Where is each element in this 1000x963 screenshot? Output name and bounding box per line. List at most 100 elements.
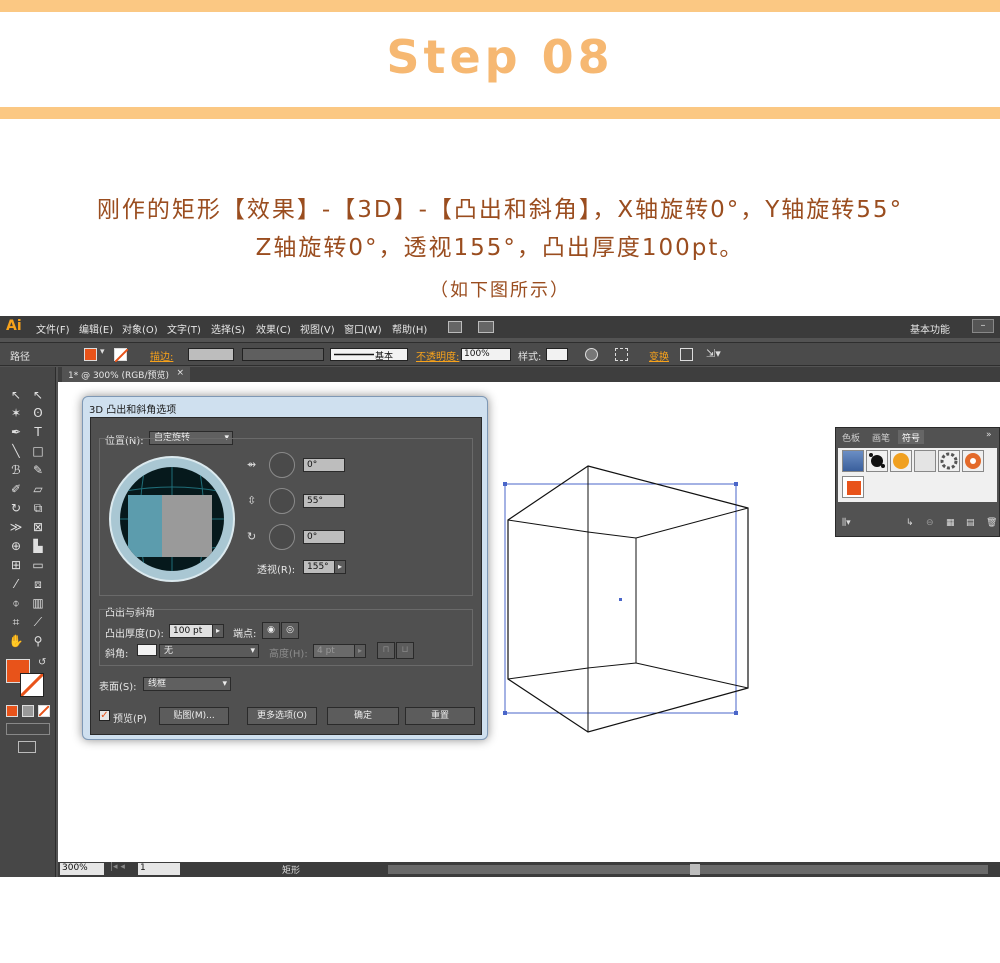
menu-help[interactable]: 帮助(H) xyxy=(392,321,427,336)
slice-tool-icon[interactable]: ⟋ xyxy=(30,614,46,630)
artboard-tool-icon[interactable]: ⌗ xyxy=(8,614,24,630)
surface-dropdown[interactable]: 线框 xyxy=(143,677,231,691)
extrude-depth-slider-button[interactable]: ▸ xyxy=(212,624,224,638)
bevel-in-button[interactable]: ⊔ xyxy=(396,642,414,659)
z-rotation-dial[interactable] xyxy=(269,524,295,550)
close-icon[interactable]: × xyxy=(176,368,184,378)
free-transform-tool-icon[interactable]: ⊠ xyxy=(30,519,46,535)
eraser-tool-icon[interactable]: ▱ xyxy=(30,481,46,497)
menu-view[interactable]: 视图(V) xyxy=(300,321,335,336)
perspective-field[interactable]: 155° xyxy=(303,560,335,574)
paintbrush-tool-icon[interactable]: ℬ xyxy=(8,462,24,478)
brush-definition-dropdown[interactable]: 基本 xyxy=(330,348,408,362)
delete-symbol-icon[interactable]: 🗑 xyxy=(986,518,997,528)
perspective-slider-button[interactable]: ▸ xyxy=(334,560,346,574)
isolate-icon[interactable] xyxy=(680,348,693,361)
minimize-icon[interactable]: – xyxy=(972,319,994,333)
scroll-thumb[interactable] xyxy=(690,864,700,875)
symbol-sprayer-tool-icon[interactable]: ⌽ xyxy=(8,595,24,611)
menu-file[interactable]: 文件(F) xyxy=(36,321,70,336)
direct-selection-tool-icon[interactable]: ↖ xyxy=(30,387,46,403)
align-icon[interactable] xyxy=(615,348,628,361)
swap-fill-stroke-icon[interactable]: ↺ xyxy=(38,657,46,668)
opacity-label[interactable]: 不透明度: xyxy=(416,348,459,363)
type-tool-icon[interactable]: T xyxy=(30,424,46,440)
bevel-dropdown[interactable]: 无 xyxy=(159,644,259,658)
bevel-out-button[interactable]: ⊓ xyxy=(377,642,395,659)
stroke-label[interactable]: 描边: xyxy=(150,348,173,363)
line-tool-icon[interactable]: ╲ xyxy=(8,443,24,459)
symbol-swatch-3[interactable] xyxy=(890,450,912,472)
extrude-depth-field[interactable]: 100 pt xyxy=(169,624,213,638)
menu-select[interactable]: 选择(S) xyxy=(211,321,245,336)
height-slider-button[interactable]: ▸ xyxy=(354,644,366,658)
chevron-down-icon[interactable]: ▾ xyxy=(100,347,105,357)
eyedropper-tool-icon[interactable]: ⁄ xyxy=(8,576,24,592)
tab-symbols[interactable]: 符号 xyxy=(898,430,925,444)
rotate-tool-icon[interactable]: ↻ xyxy=(8,500,24,516)
color-mode-icon[interactable] xyxy=(6,705,18,717)
width-tool-icon[interactable]: ≫ xyxy=(8,519,24,535)
perspective-grid-tool-icon[interactable]: ▙ xyxy=(30,538,46,554)
break-link-icon[interactable]: ⊖ xyxy=(926,518,934,528)
stroke-color-box[interactable] xyxy=(20,673,44,697)
stroke-swatch[interactable] xyxy=(114,348,128,362)
reset-button[interactable]: 重置 xyxy=(405,707,475,725)
fill-swatch[interactable] xyxy=(84,348,97,361)
height-field[interactable]: 4 pt xyxy=(313,644,355,658)
variable-width-profile[interactable] xyxy=(242,348,324,361)
place-symbol-icon[interactable]: ↳ xyxy=(906,518,914,528)
map-art-button[interactable]: 贴图(M)... xyxy=(159,707,229,725)
magic-wand-tool-icon[interactable]: ✶ xyxy=(8,405,24,421)
pencil-tool-icon[interactable]: ✎ xyxy=(30,462,46,478)
symbol-swatch-1[interactable] xyxy=(842,450,864,472)
arrange-documents-icon[interactable] xyxy=(478,321,494,333)
screen-mode-icon[interactable] xyxy=(18,741,36,753)
menu-window[interactable]: 窗口(W) xyxy=(344,321,382,336)
page-nav-arrows[interactable]: |◂ ◂ xyxy=(110,862,125,872)
more-options-button[interactable]: 更多选项(O) xyxy=(247,707,317,725)
symbol-swatch-4[interactable] xyxy=(914,450,936,472)
document-tab[interactable]: 1* @ 300% (RGB/预览) × xyxy=(62,367,190,382)
tab-brushes[interactable]: 画笔 xyxy=(868,430,894,444)
none-mode-icon[interactable] xyxy=(38,705,50,717)
panel-menu-icon[interactable]: ⇲▾ xyxy=(706,347,721,360)
transform-link[interactable]: 变换 xyxy=(649,348,669,363)
graphic-style-swatch[interactable] xyxy=(546,348,568,361)
mesh-tool-icon[interactable]: ⊞ xyxy=(8,557,24,573)
x-rotation-dial[interactable] xyxy=(269,452,295,478)
pen-tool-icon[interactable]: ✒ xyxy=(8,424,24,440)
selection-tool-icon[interactable]: ↖ xyxy=(8,387,24,403)
zoom-tool-icon[interactable]: ⚲ xyxy=(30,633,46,649)
menu-effect[interactable]: 效果(C) xyxy=(256,321,291,336)
preview-checkbox[interactable]: ✓ xyxy=(99,710,110,721)
rectangle-tool-icon[interactable]: □ xyxy=(30,443,46,459)
blob-brush-tool-icon[interactable]: ✐ xyxy=(8,481,24,497)
panel-collapse-icon[interactable]: » xyxy=(986,430,992,440)
cap-off-button[interactable]: ◎ xyxy=(281,622,299,639)
stroke-weight-field[interactable] xyxy=(188,348,234,361)
bridge-icon[interactable] xyxy=(448,321,462,333)
gradient-tool-icon[interactable]: ▭ xyxy=(30,557,46,573)
rotation-trackball[interactable] xyxy=(109,456,235,582)
hand-tool-icon[interactable]: ✋ xyxy=(8,633,24,649)
lasso-tool-icon[interactable]: ʘ xyxy=(30,405,46,421)
y-rotation-dial[interactable] xyxy=(269,488,295,514)
scale-tool-icon[interactable]: ⧉ xyxy=(30,500,46,516)
menu-edit[interactable]: 编辑(E) xyxy=(79,321,113,336)
workspace-switcher[interactable]: 基本功能 xyxy=(910,321,950,336)
x-rotation-field[interactable]: 0° xyxy=(303,458,345,472)
zoom-field[interactable]: 300% xyxy=(60,863,104,875)
horizontal-scrollbar[interactable] xyxy=(388,865,988,874)
blend-tool-icon[interactable]: ⧈ xyxy=(30,576,46,592)
page-field[interactable]: 1 xyxy=(138,863,180,875)
column-graph-tool-icon[interactable]: ▥ xyxy=(30,595,46,611)
new-symbol-icon[interactable]: ▤ xyxy=(966,518,975,528)
symbol-swatch-2[interactable] xyxy=(866,450,888,472)
cap-on-button[interactable]: ◉ xyxy=(262,622,280,639)
opacity-field[interactable]: 100% xyxy=(461,348,511,361)
menu-object[interactable]: 对象(O) xyxy=(122,321,158,336)
symbol-swatch-5[interactable] xyxy=(938,450,960,472)
symbol-libraries-icon[interactable]: ⫼▾ xyxy=(842,518,851,528)
z-rotation-field[interactable]: 0° xyxy=(303,530,345,544)
